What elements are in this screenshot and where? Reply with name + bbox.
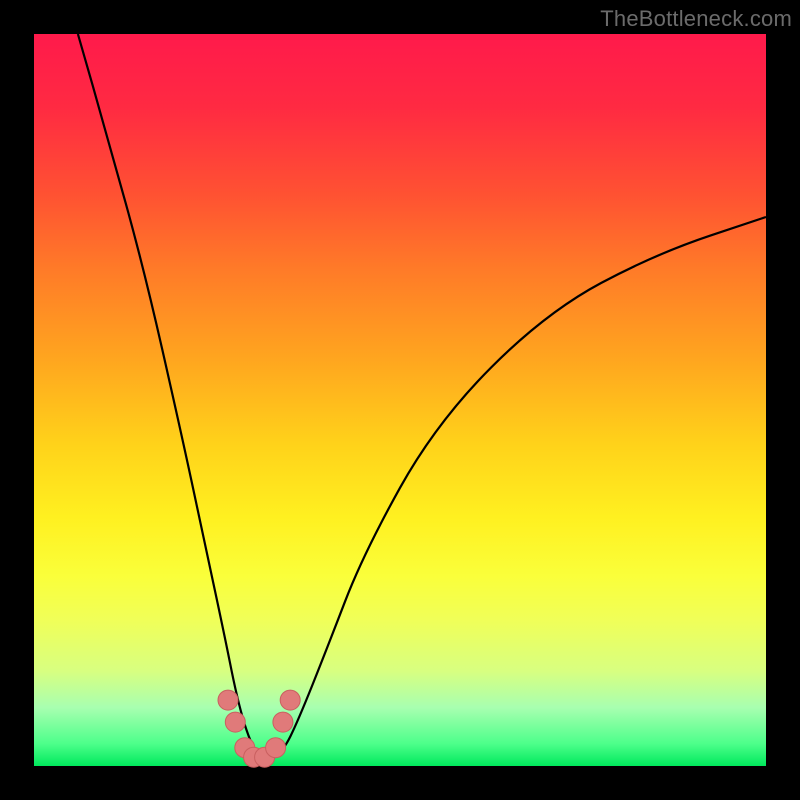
bottleneck-curve [78,34,766,757]
marker-dot [218,690,238,710]
chart-frame: TheBottleneck.com [0,0,800,800]
marker-dot [273,712,293,732]
marker-dot [225,712,245,732]
marker-dot [266,738,286,758]
watermark-text: TheBottleneck.com [600,6,792,32]
marker-group [218,690,300,767]
marker-dot [280,690,300,710]
chart-svg [34,34,766,766]
plot-area [34,34,766,766]
